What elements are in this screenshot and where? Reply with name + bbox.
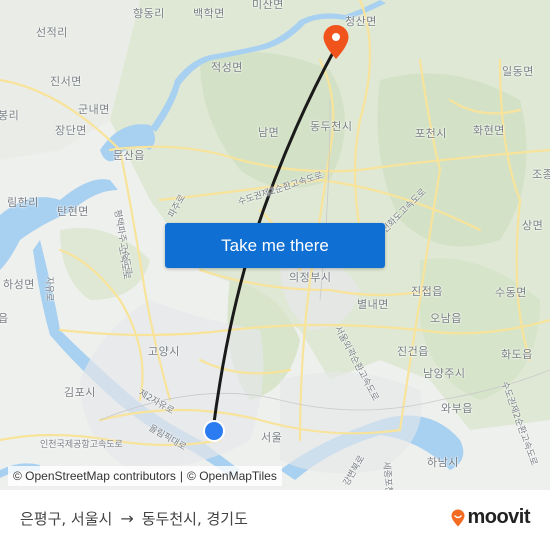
map-label: 별내면 <box>357 298 389 311</box>
take-me-there-button[interactable]: Take me there <box>165 223 385 268</box>
origin-dot-icon[interactable] <box>202 419 226 443</box>
route-summary: 은평구, 서울시 → 동두천시, 경기도 <box>20 508 248 529</box>
map-label: 동두천시 <box>310 120 353 133</box>
map-label: 고양시 <box>148 345 180 358</box>
map-label: 봉리 <box>0 109 20 122</box>
map-label: 문산읍 <box>113 149 145 162</box>
map-label: 남면 <box>258 126 280 139</box>
footer: 은평구, 서울시 → 동두천시, 경기도 moovit <box>0 490 550 550</box>
arrow-right-icon: → <box>120 509 134 528</box>
attribution-separator: | <box>179 469 184 483</box>
map-label: 선적리 <box>36 26 68 39</box>
destination-name: 동두천시, 경기도 <box>141 510 248 528</box>
map-label: 와부읍 <box>441 402 473 415</box>
origin-name: 은평구, 서울시 <box>20 510 113 528</box>
map-label: 읍 <box>0 312 9 325</box>
map-label: 의정부시 <box>289 271 332 284</box>
map-label: 장단면 <box>55 124 87 137</box>
map-label: 화현면 <box>473 124 505 137</box>
map-label: 상면 <box>522 219 544 232</box>
map-label: 진접읍 <box>411 285 443 298</box>
omt-attribution-link[interactable]: © OpenMapTiles <box>187 469 277 483</box>
map-label: 조종 <box>532 168 550 181</box>
map-label: 군내면 <box>78 103 110 116</box>
map-label: 향동리 <box>133 7 165 20</box>
map-label: 하남시 <box>427 456 459 469</box>
osm-attribution-link[interactable]: © OpenStreetMap contributors <box>13 469 176 483</box>
map-label: 수동면 <box>495 286 527 299</box>
moovit-logo[interactable]: moovit <box>451 506 530 529</box>
moovit-pin-icon <box>451 509 465 526</box>
map-label: 진서면 <box>50 75 82 88</box>
map-label: 서울 <box>261 431 283 444</box>
map-label: 백학면 <box>193 7 225 20</box>
road-label: 인천국제공항고속도로 <box>40 440 123 450</box>
map-label: 포천시 <box>415 127 447 140</box>
map-label: 남양주시 <box>423 367 466 380</box>
map-label: 일동면 <box>502 65 534 78</box>
map-attribution: © OpenStreetMap contributors | © OpenMap… <box>8 466 282 486</box>
map-label: 림한리 <box>7 196 39 209</box>
map-label: 화도읍 <box>501 348 533 361</box>
map-label: 김포시 <box>64 386 96 399</box>
map[interactable]: 향동리 백학면 미산면 청산면 선적리 진서면 적성면 일동면 군내면 봉리 장… <box>0 0 550 490</box>
map-label: 진건읍 <box>397 345 429 358</box>
brand-name: moovit <box>467 506 530 528</box>
map-label: 하성면 <box>3 278 35 291</box>
map-label: 탄현면 <box>57 205 89 218</box>
map-label: 미산면 <box>252 0 284 11</box>
road-label: 자유로 <box>43 276 54 302</box>
map-label: 오남읍 <box>430 312 462 325</box>
map-pin-icon[interactable] <box>322 24 350 60</box>
map-label: 적성면 <box>211 61 243 74</box>
